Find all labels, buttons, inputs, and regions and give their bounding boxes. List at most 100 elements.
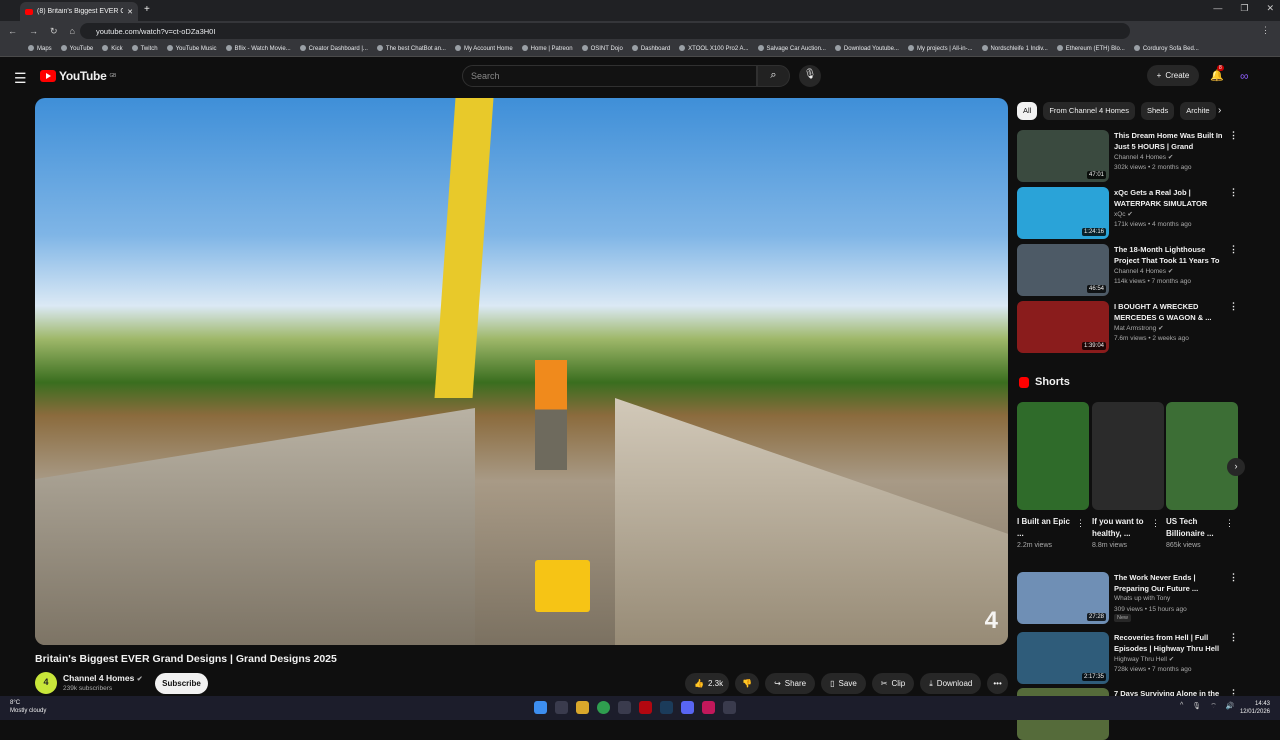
create-button[interactable]: + Create (1147, 65, 1199, 86)
home-icon[interactable]: ⌂ (70, 26, 75, 37)
rec-channel[interactable]: xQc ✔ (1114, 210, 1133, 218)
short-thumbnail[interactable] (1017, 402, 1089, 510)
search-icon[interactable] (555, 701, 568, 714)
bookmark-item[interactable]: YouTube (61, 45, 94, 52)
rec-channel[interactable]: Whats up with Tony (1114, 595, 1170, 602)
dislike-button[interactable]: 👎 (735, 673, 760, 694)
start-icon[interactable] (534, 701, 547, 714)
clip-button[interactable]: ✂ Clip (871, 673, 915, 694)
download-button[interactable]: ⤓ Download (920, 673, 982, 694)
close-tab-icon[interactable]: ✕ (127, 8, 133, 16)
account-avatar[interactable]: ∞ (1240, 69, 1249, 83)
video-thumbnail[interactable]: 1:39:04 (1017, 301, 1109, 353)
close-window-icon[interactable]: ✕ (1266, 3, 1274, 14)
rec-title[interactable]: This Dream Home Was Built In Just 5 HOUR… (1114, 130, 1224, 152)
more-actions-button[interactable]: ••• (987, 673, 1008, 694)
search-button[interactable]: ⌕ (757, 65, 790, 87)
short-thumbnail[interactable] (1166, 402, 1238, 510)
short-thumbnail[interactable] (1092, 402, 1164, 510)
recommendation-item[interactable]: 27:28 The Work Never Ends | Preparing Our… (1017, 572, 1238, 624)
video-thumbnail[interactable]: 1:24:16 (1017, 187, 1109, 239)
minimize-icon[interactable]: — (1213, 3, 1222, 14)
hamburger-menu-icon[interactable]: ☰ (14, 70, 27, 87)
rec-title[interactable]: The 18-Month Lighthouse Project That Too… (1114, 244, 1224, 266)
short-title[interactable]: US Tech Billionaire ... (1166, 516, 1222, 540)
bookmark-item[interactable]: OSINT Dojo (582, 45, 623, 52)
rec-channel[interactable]: Channel 4 Homes ✔ (1114, 153, 1173, 161)
more-vert-icon[interactable]: ⋮ (1076, 518, 1085, 529)
new-tab-button[interactable]: + (144, 4, 150, 15)
more-vert-icon[interactable]: ⋮ (1229, 301, 1238, 312)
app-icon[interactable] (723, 701, 736, 714)
reload-icon[interactable]: ↻ (50, 26, 58, 37)
search-input[interactable]: Search (462, 65, 757, 87)
more-vert-icon[interactable]: ⋮ (1229, 187, 1238, 198)
file-explorer-icon[interactable] (576, 701, 589, 714)
video-thumbnail[interactable]: 2:17:35 (1017, 632, 1109, 684)
share-button[interactable]: ↪ Share (765, 673, 816, 694)
more-vert-icon[interactable]: ⋮ (1229, 130, 1238, 141)
network-icon[interactable]: ⌔ (1210, 702, 1217, 711)
steam-icon[interactable] (660, 701, 673, 714)
save-button[interactable]: ▯ Save (821, 673, 866, 694)
clock[interactable]: 14:43 12/01/2026 (1240, 700, 1270, 716)
microphone-icon[interactable]: 🎙 (1192, 702, 1201, 711)
rec-title[interactable]: xQc Gets a Real Job | WATERPARK SIMULATO… (1114, 187, 1224, 209)
bookmark-item[interactable]: Ethereum (ETH) Blo... (1057, 45, 1125, 52)
bookmark-item[interactable]: My projects | All-in-... (908, 45, 973, 52)
subscribe-button[interactable]: Subscribe (155, 673, 208, 694)
weather-widget[interactable]: 8°C Mostly cloudy (10, 699, 46, 715)
channel-name[interactable]: Channel 4 Homes ✔ (63, 673, 143, 683)
more-vert-icon[interactable]: ⋮ (1151, 518, 1160, 529)
browser-menu-icon[interactable]: ⋮ (1261, 25, 1270, 36)
url-input[interactable]: youtube.com/watch?v=ct-oDZa3H0I (80, 23, 1130, 39)
bookmark-item[interactable]: My Account Home (455, 45, 513, 52)
like-button[interactable]: 👍 2.3k (685, 673, 730, 694)
video-thumbnail[interactable]: 47:01 (1017, 130, 1109, 182)
voice-search-button[interactable]: 🎙 (799, 65, 821, 87)
chevron-right-icon[interactable]: › (1218, 105, 1221, 116)
video-player[interactable]: 4 (35, 98, 1008, 645)
netflix-icon[interactable] (639, 701, 652, 714)
bookmark-item[interactable]: Corduroy Sofa Bed... (1134, 45, 1199, 52)
browser-tab[interactable]: (8) Britain's Biggest EVER G ✕ (20, 2, 138, 21)
channel-avatar[interactable]: 4 (35, 672, 57, 694)
bookmark-item[interactable]: Home | Patreon (522, 45, 573, 52)
rec-channel[interactable]: Mat Armstrong ✔ (1114, 324, 1164, 332)
rec-title[interactable]: I BOUGHT A WRECKED MERCEDES G WAGON & ..… (1114, 301, 1224, 323)
more-vert-icon[interactable]: ⋮ (1229, 244, 1238, 255)
rec-title[interactable]: The Work Never Ends | Preparing Our Futu… (1114, 572, 1224, 594)
bookmark-item[interactable]: XTOOL X100 Pro2 A... (679, 45, 748, 52)
short-title[interactable]: If you want to healthy, ... (1092, 516, 1148, 540)
notifications-button[interactable]: 🔔 8 (1210, 65, 1224, 82)
maximize-icon[interactable]: ❐ (1240, 3, 1248, 14)
bookmark-item[interactable]: Bflix - Watch Movie... (226, 45, 291, 52)
rec-title[interactable]: Recoveries from Hell | Full Episodes | H… (1114, 632, 1224, 654)
forward-icon[interactable]: → (29, 26, 38, 37)
filter-chip[interactable]: From Channel 4 Homes (1043, 102, 1135, 120)
bookmark-item[interactable]: Twitch (132, 45, 158, 52)
bookmark-item[interactable]: Salvage Car Auction... (758, 45, 826, 52)
chrome-icon[interactable] (597, 701, 610, 714)
rec-channel[interactable]: Channel 4 Homes ✔ (1114, 267, 1173, 275)
bookmark-item[interactable]: Nordschleife 1 Indiv... (982, 45, 1048, 52)
recommendation-item[interactable]: 1:24:16 xQc Gets a Real Job | WATERPARK S… (1017, 187, 1238, 239)
more-vert-icon[interactable]: ⋮ (1229, 632, 1238, 643)
rec-channel[interactable]: Highway Thru Hell ✔ (1114, 655, 1174, 663)
shorts-next-button[interactable]: › (1227, 458, 1245, 476)
bookmark-item[interactable]: Maps (28, 45, 52, 52)
back-icon[interactable]: ← (8, 26, 17, 37)
youtube-logo[interactable]: YouTube GB (40, 69, 116, 83)
filter-chip[interactable]: Sheds (1140, 102, 1175, 120)
bookmark-item[interactable]: Kick (102, 45, 122, 52)
filter-chip[interactable]: All (1017, 102, 1038, 120)
recommendation-item[interactable]: 47:01 This Dream Home Was Built In Just 5… (1017, 130, 1238, 182)
bookmark-item[interactable]: YouTube Music (167, 45, 217, 52)
more-vert-icon[interactable]: ⋮ (1229, 572, 1238, 583)
video-thumbnail[interactable]: 27:28 (1017, 572, 1109, 624)
more-vert-icon[interactable]: ⋮ (1225, 518, 1234, 529)
bookmark-item[interactable]: Dashboard (632, 45, 670, 52)
video-thumbnail[interactable]: 46:54 (1017, 244, 1109, 296)
recommendation-item[interactable]: 46:54 The 18-Month Lighthouse Project Tha… (1017, 244, 1238, 296)
discord-icon[interactable] (681, 701, 694, 714)
